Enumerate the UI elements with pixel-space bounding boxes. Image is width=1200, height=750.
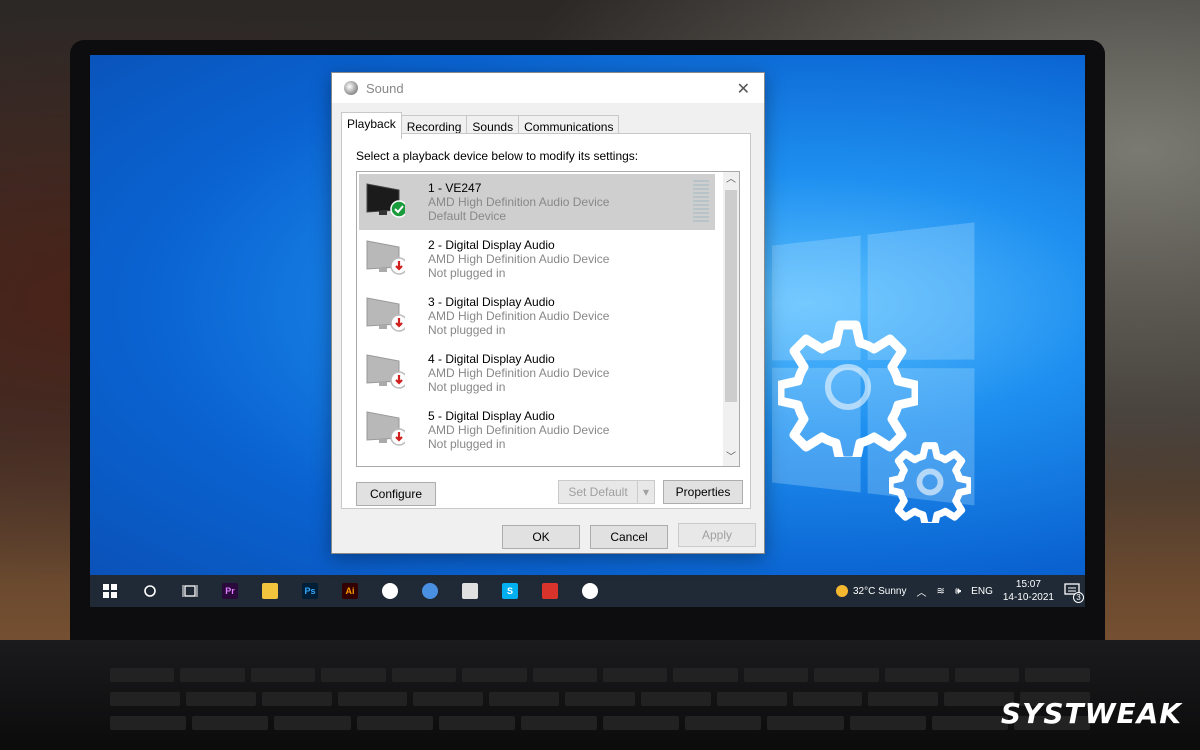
set-default-button[interactable]: Set Default bbox=[558, 480, 638, 504]
monitor-inactive-icon bbox=[366, 297, 405, 332]
taskbar-app-skype[interactable]: S bbox=[490, 575, 530, 607]
clock-time: 15:07 bbox=[1015, 579, 1041, 590]
device-status: Not plugged in bbox=[428, 323, 506, 337]
scroll-up-icon[interactable]: ︿ bbox=[723, 172, 739, 188]
monitor-inactive-icon bbox=[366, 240, 405, 275]
device-status: Not plugged in bbox=[428, 437, 506, 451]
chrome-icon bbox=[382, 583, 398, 599]
premiere-pro-icon-label: Pr bbox=[225, 586, 235, 596]
illustrator-icon: Ai bbox=[342, 583, 358, 599]
device-driver: AMD High Definition Audio Device bbox=[428, 309, 610, 323]
volume-icon[interactable]: 🕪 bbox=[955, 586, 961, 597]
device-name: 5 - Digital Display Audio bbox=[428, 409, 555, 423]
taskbar-app-snip-tool[interactable] bbox=[530, 575, 570, 607]
close-button[interactable]: ✕ bbox=[737, 79, 750, 99]
task-view-button[interactable] bbox=[170, 575, 210, 607]
device-name: 3 - Digital Display Audio bbox=[428, 295, 555, 309]
photoshop-icon: Ps bbox=[302, 583, 318, 599]
scroll-down-icon[interactable]: ﹀ bbox=[723, 450, 739, 466]
set-default-dropdown[interactable]: ▾ bbox=[637, 480, 655, 504]
apply-button[interactable]: Apply bbox=[678, 523, 756, 547]
small-gear-icon bbox=[889, 442, 971, 523]
search-circle-icon bbox=[144, 585, 156, 597]
paint-icon bbox=[462, 583, 478, 599]
language-indicator[interactable]: ENG bbox=[971, 586, 993, 597]
monitor-active-icon bbox=[366, 183, 405, 218]
start-button[interactable] bbox=[90, 575, 130, 607]
device-row[interactable]: 1 - VE247 AMD High Definition Audio Devi… bbox=[359, 174, 715, 230]
device-name: 4 - Digital Display Audio bbox=[428, 352, 555, 366]
device-row[interactable]: 4 - Digital Display Audio AMD High Defin… bbox=[359, 345, 715, 401]
laptop-keyboard bbox=[0, 640, 1200, 750]
chrome-profile-icon bbox=[582, 583, 598, 599]
taskbar-app-chrome[interactable] bbox=[370, 575, 410, 607]
dialog-title: Sound bbox=[366, 80, 404, 96]
taskbar-app-photoshop[interactable]: Ps bbox=[290, 575, 330, 607]
device-list-scrollbar[interactable]: ︿ ﹀ bbox=[723, 172, 739, 466]
photoshop-icon-label: Ps bbox=[304, 586, 316, 596]
systweak-logo: SYSTWEAK bbox=[1000, 697, 1182, 730]
device-status: Not plugged in bbox=[428, 380, 506, 394]
monitor-inactive-icon bbox=[366, 411, 405, 446]
device-row[interactable]: 3 - Digital Display Audio AMD High Defin… bbox=[359, 288, 715, 344]
snip-tool-icon bbox=[542, 583, 558, 599]
chrome-beta-icon bbox=[422, 583, 438, 599]
configure-button[interactable]: Configure bbox=[356, 482, 436, 506]
taskbar-app-paint[interactable] bbox=[450, 575, 490, 607]
device-name: 1 - VE247 bbox=[428, 181, 482, 195]
system-tray: 32°C Sunny ︿ ≋ 🕪 ENG 15:07 14-10-2021 3 bbox=[831, 575, 1085, 607]
taskbar-app-chrome-profile[interactable] bbox=[570, 575, 610, 607]
chevron-up-icon[interactable]: ︿ bbox=[916, 584, 926, 599]
weather-icon bbox=[835, 585, 848, 597]
taskbar-app-premiere-pro[interactable]: Pr bbox=[210, 575, 250, 607]
playback-panel: Select a playback device below to modify… bbox=[341, 133, 751, 509]
device-status: Not plugged in bbox=[428, 266, 506, 280]
illustrator-icon-label: Ai bbox=[345, 586, 355, 596]
dialog-titlebar[interactable]: Sound ✕ bbox=[332, 73, 764, 103]
cancel-button[interactable]: Cancel bbox=[590, 525, 668, 549]
notification-count-badge: 3 bbox=[1073, 591, 1084, 603]
large-gear-icon bbox=[778, 320, 918, 457]
volume-meter bbox=[693, 180, 709, 222]
task-view-icon bbox=[182, 585, 198, 597]
dropdown-arrow-icon: ▾ bbox=[642, 485, 650, 499]
device-status: Default Device bbox=[428, 209, 507, 223]
monitor-inactive-icon bbox=[366, 354, 405, 389]
clock-date: 14-10-2021 bbox=[1002, 592, 1054, 603]
search-button[interactable] bbox=[130, 575, 170, 607]
windows-icon bbox=[103, 584, 117, 598]
device-name: 2 - Digital Display Audio bbox=[428, 238, 555, 252]
device-driver: AMD High Definition Audio Device bbox=[428, 195, 610, 209]
wifi-icon[interactable]: ≋ bbox=[936, 586, 944, 597]
weather-text[interactable]: 32°C Sunny bbox=[853, 586, 906, 597]
device-row[interactable]: 2 - Digital Display Audio AMD High Defin… bbox=[359, 231, 715, 287]
device-driver: AMD High Definition Audio Device bbox=[428, 366, 610, 380]
taskbar-app-chrome-beta[interactable] bbox=[410, 575, 450, 607]
file-explorer-icon bbox=[262, 583, 278, 599]
skype-icon: S bbox=[502, 583, 518, 599]
device-driver: AMD High Definition Audio Device bbox=[428, 423, 610, 437]
taskbar: Pr Ps Ai S 32°C Sunny ︿ ≋ 🕪 ENG 15:07 14… bbox=[90, 575, 1085, 607]
notification-center-button[interactable]: 3 bbox=[1064, 582, 1084, 603]
tab-playback[interactable]: Playback bbox=[341, 112, 402, 139]
speaker-icon bbox=[344, 81, 358, 95]
device-row[interactable]: 5 - Digital Display Audio AMD High Defin… bbox=[359, 402, 715, 458]
premiere-pro-icon: Pr bbox=[222, 583, 238, 599]
device-driver: AMD High Definition Audio Device bbox=[428, 252, 610, 266]
ok-button[interactable]: OK bbox=[502, 525, 580, 549]
skype-icon-label: S bbox=[506, 586, 513, 596]
properties-button[interactable]: Properties bbox=[663, 480, 743, 504]
device-list[interactable]: 1 - VE247 AMD High Definition Audio Devi… bbox=[356, 171, 740, 467]
instruction-text: Select a playback device below to modify… bbox=[356, 149, 639, 163]
sound-dialog: Sound ✕ Playback Recording Sounds Commun… bbox=[331, 72, 765, 554]
scroll-thumb[interactable] bbox=[725, 190, 737, 402]
taskbar-app-illustrator[interactable]: Ai bbox=[330, 575, 370, 607]
clock[interactable]: 15:07 14-10-2021 bbox=[1003, 578, 1054, 604]
taskbar-app-file-explorer[interactable] bbox=[250, 575, 290, 607]
